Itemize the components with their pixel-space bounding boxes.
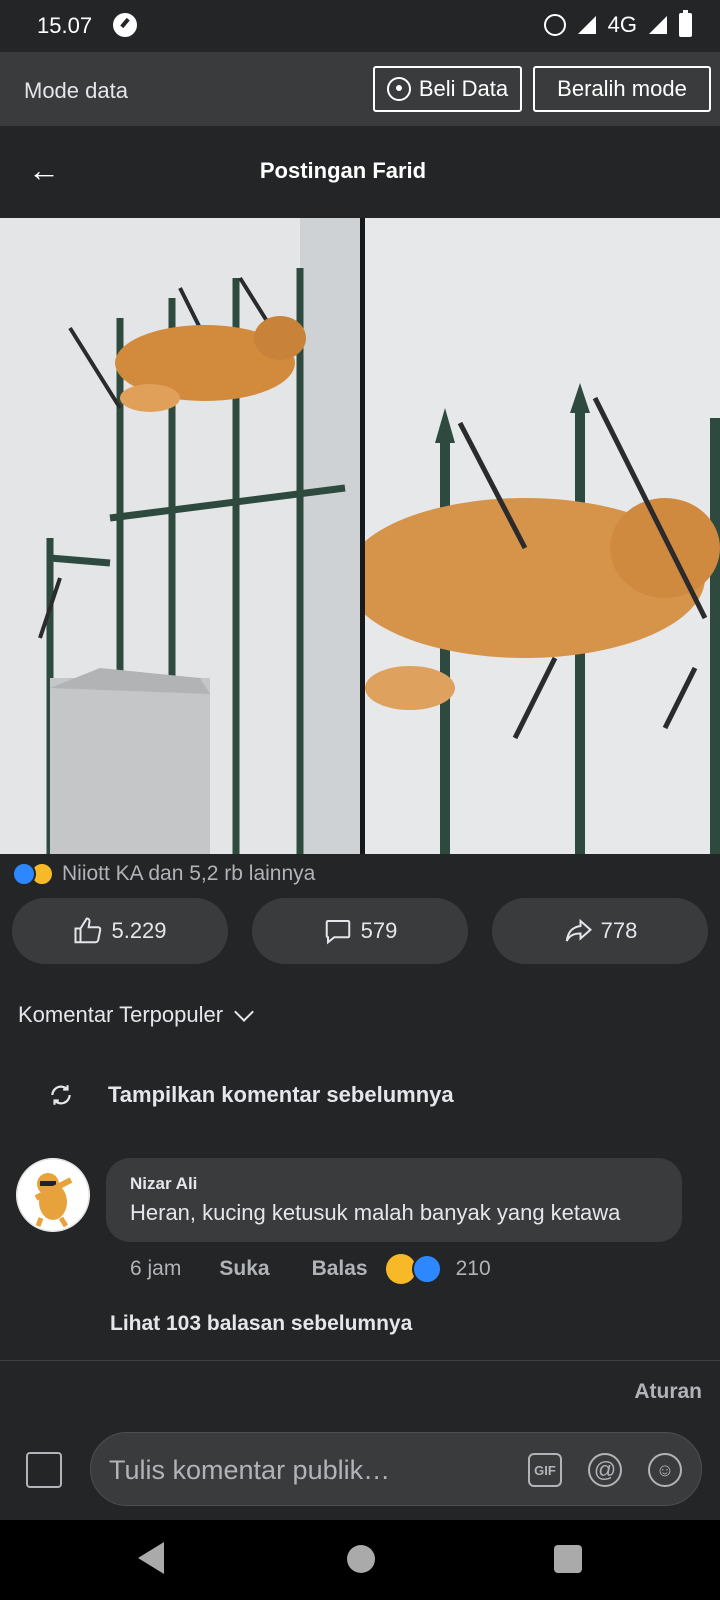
nav-back-icon[interactable] (138, 1542, 164, 1574)
comment-reaction-count: 210 (455, 1257, 491, 1280)
signal-icon-2 (649, 16, 667, 34)
refresh-icon (51, 1085, 71, 1105)
buy-data-label: Beli Data (418, 76, 509, 101)
like-count: 5.229 (111, 918, 167, 943)
alarm-icon (543, 14, 566, 36)
rules-link[interactable]: Aturan (634, 1380, 702, 1404)
page-title: Postingan Farid (259, 158, 427, 183)
data-mode-label: Mode data (24, 78, 128, 103)
battery-icon (679, 10, 692, 37)
cat-fence-photo-1 (0, 218, 360, 854)
photo-attach-icon[interactable] (26, 1452, 62, 1488)
post-photo-1[interactable] (0, 218, 360, 854)
view-previous-replies[interactable]: Lihat 103 balasan sebelumnya (110, 1312, 412, 1336)
comment-input[interactable] (109, 1455, 489, 1486)
like-reaction-icon (12, 862, 36, 886)
emoji-icon[interactable]: ☺ (648, 1453, 682, 1487)
comment-icon (325, 920, 350, 945)
buy-data-button[interactable]: Beli Data (373, 66, 522, 112)
data-mode-bar: Mode data Beli Data Beralih mode (0, 52, 720, 126)
system-nav-bar (0, 1520, 720, 1600)
post-photos (0, 218, 720, 854)
cat-avatar-icon (16, 1158, 90, 1232)
comment-time: 6 jam (130, 1257, 182, 1280)
switch-mode-label: Beralih mode (557, 76, 687, 101)
signal-icon (577, 16, 596, 34)
comment-sort-dropdown[interactable]: Komentar Terpopuler (18, 1002, 254, 1028)
comment-author[interactable]: Nizar Ali (130, 1174, 658, 1194)
divider (0, 1360, 720, 1361)
comment-bubble[interactable]: Nizar Ali Heran, kucing ketusuk malah ba… (106, 1158, 682, 1242)
nav-recents-icon[interactable] (554, 1545, 582, 1573)
chevron-down-icon (234, 1002, 254, 1022)
show-previous-comments[interactable]: Tampilkan komentar sebelumnya (48, 1082, 454, 1108)
status-bar: 15.07 4G (0, 0, 720, 52)
comment-reply-button[interactable]: Balas (312, 1257, 368, 1281)
like-reaction-icon (411, 1254, 442, 1284)
avatar[interactable] (16, 1158, 90, 1232)
speed-icon (113, 13, 137, 37)
reactions-summary[interactable]: Niiott KA dan 5,2 rb lainnya (12, 862, 315, 886)
nav-home-icon[interactable] (347, 1545, 375, 1573)
comment-reactions[interactable] (385, 1254, 442, 1284)
like-button[interactable]: 5.229 (12, 898, 228, 964)
status-time: 15.07 (37, 13, 93, 38)
comment-text: Heran, kucing ketusuk malah banyak yang … (130, 1200, 621, 1225)
post-photo-2[interactable] (365, 218, 720, 854)
share-button[interactable]: 778 (492, 898, 708, 964)
show-previous-label: Tampilkan komentar sebelumnya (108, 1082, 454, 1107)
mention-icon[interactable]: @ (588, 1453, 622, 1487)
comment-button[interactable]: 579 (252, 898, 468, 964)
comment-count: 579 (360, 918, 398, 943)
share-count: 778 (600, 918, 638, 943)
post-header: ← Postingan Farid (0, 126, 720, 218)
broadcast-icon (386, 77, 411, 101)
network-type: 4G (607, 12, 637, 37)
status-icons: 4G (543, 10, 692, 38)
thumbs-up-icon (74, 917, 102, 944)
share-icon (565, 918, 592, 942)
cat-fence-photo-2 (365, 218, 720, 854)
gif-icon[interactable]: GIF (528, 1453, 562, 1487)
reactions-text: Niiott KA dan 5,2 rb lainnya (62, 862, 316, 885)
sort-label: Komentar Terpopuler (18, 1002, 224, 1027)
comment-composer: GIF @ ☺ (90, 1432, 702, 1506)
comment-like-button[interactable]: Suka (219, 1257, 269, 1281)
switch-mode-button[interactable]: Beralih mode (533, 66, 711, 112)
comment-meta: 6 jam Suka Balas 210 (130, 1254, 491, 1284)
